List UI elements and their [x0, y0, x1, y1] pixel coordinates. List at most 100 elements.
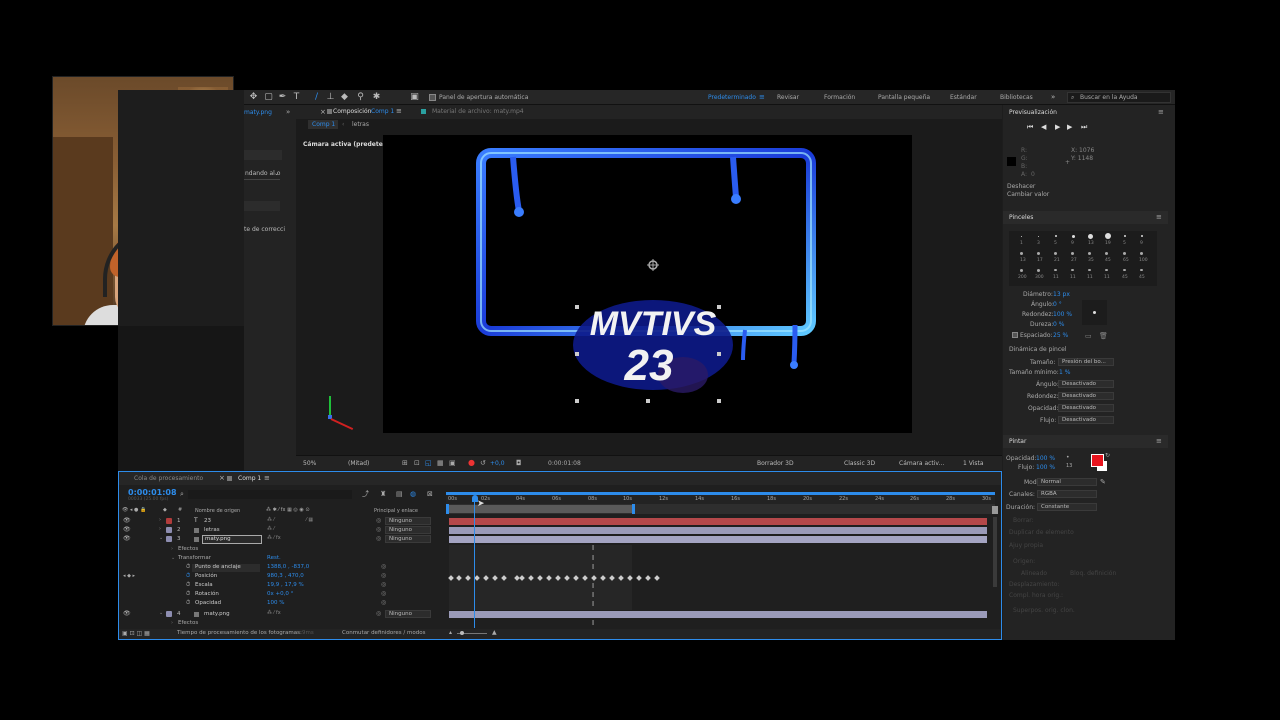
help-search-input[interactable]: ⌕ Buscar en la Ayuda [1067, 92, 1171, 103]
prop-opacity-name[interactable]: Opacidad [195, 600, 221, 607]
play-icon[interactable]: ▶ [1055, 124, 1060, 131]
paint-opacity-value[interactable]: 100 % [1036, 456, 1055, 462]
eraser-tool-icon[interactable]: ◆ [340, 93, 349, 102]
effects-group[interactable]: Efectos [178, 546, 198, 553]
layer-switches-icon[interactable]: ⁂ ⁄ [267, 518, 274, 523]
layer-row-1[interactable]: 👁 › 1 T 23 ⁂ ⁄ ⁄ ▦ ◎ Ninguno [119, 517, 446, 526]
pickwhip-icon[interactable]: ◎ [376, 527, 381, 533]
expand-arrow-icon[interactable]: › [159, 518, 161, 523]
roto-brush-tool-icon[interactable]: ⚲ [356, 93, 365, 102]
layer-row-3[interactable]: 👁 ⌄ 3 maty.png ⁂ ⁄ fx ◎ Ninguno [119, 535, 446, 544]
tab-letras[interactable]: letras [352, 122, 369, 128]
layer-name[interactable]: 23 [204, 518, 211, 525]
layer-fx-icon[interactable]: ⁄ ▦ [306, 518, 313, 523]
brushes-menu-icon[interactable]: ≡ [1156, 214, 1162, 221]
zoom-out-icon[interactable]: ▴ [449, 630, 452, 636]
timeline-v-scrollbar[interactable] [993, 517, 997, 587]
tab-comp1-active[interactable]: Comp 1 [308, 120, 338, 129]
panel-menu-icon[interactable]: ≡ [1158, 109, 1164, 116]
workspace-estandar[interactable]: Estándar [950, 95, 977, 101]
paint-menu-icon[interactable]: ≡ [1156, 438, 1162, 445]
pickwhip-icon[interactable]: ◎ [376, 518, 381, 524]
pickwhip-icon[interactable]: ◎ [376, 611, 381, 617]
pickwhip-icon[interactable]: ◎ [376, 536, 381, 542]
layer-bar-3[interactable] [449, 536, 987, 543]
eyedropper-icon[interactable]: ✎ [1100, 479, 1106, 486]
parent-select[interactable]: Ninguno [385, 610, 431, 618]
motion-blur-icon[interactable]: ◍ [410, 491, 416, 498]
roundness-value[interactable]: 100 % [1053, 312, 1072, 318]
timeline-timecode[interactable]: 0:00:01:08 [128, 489, 177, 497]
layer-bar-2[interactable] [449, 527, 987, 534]
prop-rotation-value[interactable]: 0x +0,0 ° [267, 591, 293, 598]
renderer-mode[interactable]: Classic 3D [844, 461, 875, 467]
layer-name-edit[interactable]: maty.png [202, 535, 262, 544]
frame-blend-icon[interactable]: ▤ [396, 491, 403, 498]
workspace-predeterminado[interactable]: Predeterminado [708, 95, 756, 101]
expand-arrow-icon[interactable]: › [159, 527, 161, 532]
stopwatch-icon[interactable]: ⏱ [186, 564, 190, 571]
visibility-eye-icon[interactable]: 👁 [123, 536, 131, 542]
prop-position-value[interactable]: 980,3 , 470,0 [267, 573, 304, 580]
brush-tool-icon[interactable]: / [312, 93, 321, 102]
close-icon[interactable]: × [320, 109, 326, 116]
expand-arrow-icon[interactable]: › [171, 621, 173, 626]
prop-scale-name[interactable]: Escala [195, 582, 213, 589]
rectangle-tool-icon[interactable]: ▢ [264, 93, 273, 102]
timeline-search-input[interactable] [188, 490, 352, 499]
layer-switches-icon[interactable]: ⁂ ⁄ fx [267, 611, 281, 616]
expression-pickwhip-icon[interactable]: ◎ [381, 591, 386, 597]
workspace-formacion[interactable]: Formación [824, 95, 855, 101]
comp-flow-icon[interactable]: ⤴ [362, 491, 369, 498]
exposure-value[interactable]: +0,0 [490, 461, 505, 467]
panel-icon[interactable]: ▣ [410, 93, 419, 102]
layer-name[interactable]: maty.png [204, 611, 230, 618]
workspace-bibliotecas[interactable]: Bibliotecas [1000, 95, 1033, 101]
prop-anchor-value[interactable]: 1388,0 , -837,0 [267, 564, 309, 571]
material-tab[interactable]: Material de archivo: maty.mp4 [432, 109, 524, 115]
visibility-eye-icon[interactable]: 👁 [123, 611, 131, 617]
puppet-tool-icon[interactable]: ✱ [372, 93, 381, 102]
undo-action[interactable]: Cambiar valor [1007, 192, 1049, 198]
prop-rotation-name[interactable]: Rotación [195, 591, 219, 598]
stopwatch-active-icon[interactable]: ⏱ [186, 573, 190, 580]
prop-position-name[interactable]: Posición [195, 573, 217, 580]
zoom-slider-thumb[interactable] [460, 631, 464, 635]
work-area-bar[interactable] [446, 492, 995, 495]
snapshot-icon[interactable]: ▣ [449, 460, 456, 467]
region-icon[interactable]: ⊡ [414, 460, 420, 467]
work-area-range[interactable] [448, 505, 634, 513]
layer-bar-1[interactable] [449, 518, 987, 525]
first-frame-icon[interactable]: ⏮ [1027, 124, 1033, 131]
last-frame-icon[interactable]: ⏭ [1081, 124, 1087, 131]
prop-scale-value[interactable]: 19,9 , 17,9 % [267, 582, 304, 589]
dyn-angle-select[interactable]: Desactivado [1058, 380, 1114, 388]
diameter-value[interactable]: 13 px [1053, 292, 1070, 298]
visibility-eye-icon[interactable]: 👁 [123, 518, 131, 524]
clone-stamp-tool-icon[interactable]: ⊥ [326, 93, 335, 102]
dyn-flow-select[interactable]: Desactivado [1058, 416, 1114, 424]
exposure-reset-icon[interactable]: ↺ [480, 460, 486, 467]
prop-opacity-value[interactable]: 100 % [267, 600, 284, 607]
tab-comp1-timeline[interactable]: Comp 1 [238, 476, 261, 482]
transform-group[interactable]: Transformar [178, 555, 211, 562]
next-frame-icon[interactable]: ▶ [1067, 124, 1072, 131]
new-brush-icon[interactable]: ▭ [1085, 333, 1092, 340]
visibility-eye-icon[interactable]: 👁 [123, 527, 131, 533]
paint-duration-select[interactable]: Constante [1037, 503, 1097, 511]
draft-icon[interactable]: ♜ [380, 491, 386, 498]
resolution-select[interactable]: (Mitad) [348, 461, 369, 467]
footer-icons[interactable]: ▣ ⊡ ◫ ▦ [122, 631, 150, 637]
paint-mode-select[interactable]: Normal [1037, 478, 1097, 486]
hardness-value[interactable]: 0 % [1053, 322, 1064, 328]
project-item-name[interactable]: maty.png [244, 110, 272, 116]
collapse-arrow-icon[interactable]: ⌄ [159, 611, 163, 616]
panel-menu-icon[interactable]: ≡ [396, 108, 402, 115]
camera-select[interactable]: Cámara activ... [899, 461, 944, 467]
swap-colors-icon[interactable]: ↻ [1105, 453, 1110, 459]
parent-select[interactable]: Ninguno [385, 517, 431, 525]
auto-open-checkbox[interactable] [429, 94, 436, 101]
prop-anchor-name[interactable]: Punto de anclaje [195, 564, 241, 571]
expression-pickwhip-icon[interactable]: ◎ [381, 582, 386, 588]
grid-icon[interactable]: ⊞ [402, 460, 408, 467]
